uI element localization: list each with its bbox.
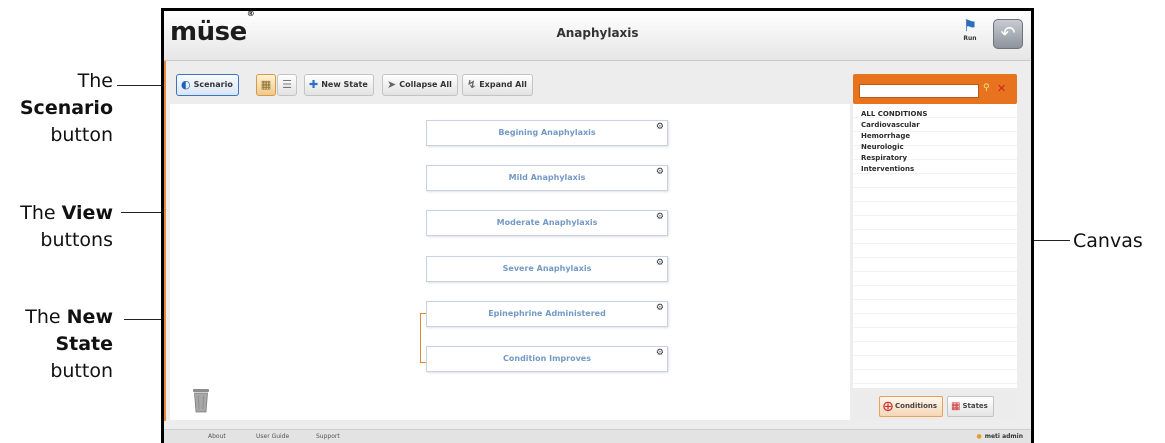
panel-search-bar: ⚲ ✕ [853,74,1017,104]
list-item[interactable]: Cardiovascular [853,120,1017,131]
plus-icon: ✚ [309,78,319,91]
annotation-text: The [25,306,61,328]
scenario-label: Scenario [193,80,233,89]
annotation-canvas: Canvas [1073,228,1143,255]
panel-tabs: ⨁ Conditions ▦ States [853,396,1017,420]
view-button-grid[interactable]: ▦ [256,74,276,96]
search-input[interactable] [859,84,979,98]
state-label: Epinephrine Administered [488,309,606,318]
annotation-new-state-button: The New State button [25,304,113,385]
list-item[interactable]: Interventions [853,164,1017,175]
annotation-text: Scenario [19,97,113,119]
state-settings-icon[interactable]: ⚙ [656,347,664,359]
page-title: Anaphylaxis [556,26,639,40]
top-bar: müse® Anaphylaxis ⚑ Run ↶ [164,9,1031,61]
footer: About User Guide Support ● meti admin [164,429,1031,443]
tab-conditions-label: Conditions [895,402,938,410]
view-button-list[interactable]: ☰ [277,74,297,96]
collapse-all-label: Collapse All [399,80,452,89]
expand-all-button[interactable]: ↯ Expand All [462,74,533,96]
logo-registered-mark: ® [246,9,255,19]
app-body: müse® Anaphylaxis ⚑ Run ↶ ◐ Scenario ▦ ☰ … [164,9,1031,443]
state-settings-icon[interactable]: ⚙ [656,166,664,178]
state-label: Condition Improves [503,354,591,363]
expand-all-label: Expand All [479,80,527,89]
trash-icon[interactable] [192,387,210,413]
list-item[interactable]: Respiratory [853,153,1017,164]
conditions-list: ALL CONDITIONS Cardiovascular Hemorrhage… [853,104,1017,388]
state-label: Moderate Anaphylaxis [496,218,598,227]
transition-connector-top [420,313,426,314]
transition-connector [420,313,421,363]
state-label: Mild Anaphylaxis [508,173,586,182]
clear-icon[interactable]: ✕ [997,82,1006,95]
new-state-button[interactable]: ✚ New State [304,74,374,96]
list-item[interactable]: Hemorrhage [853,131,1017,142]
conditions-panel: ⚲ ✕ ALL CONDITIONS Cardiovascular Hemorr… [853,74,1017,420]
state-node[interactable]: Epinephrine Administered ⚙ [426,301,668,327]
state-label: Severe Anaphylaxis [502,264,592,273]
tab-states[interactable]: ▦ States [947,396,994,417]
state-settings-icon[interactable]: ⚙ [656,211,664,223]
state-settings-icon[interactable]: ⚙ [656,302,664,314]
scenario-icon: ◐ [181,78,191,91]
annotation-text: button [50,360,113,382]
user-icon: ● [976,433,982,440]
annotation-text: Canvas [1073,230,1143,252]
run-label: Run [963,35,977,42]
user-name: meti admin [984,433,1023,440]
annotation-text: The [20,202,56,224]
footer-link-support[interactable]: Support [316,430,340,443]
back-button[interactable]: ↶ [993,19,1023,49]
left-accent-stripe [164,61,166,421]
tab-states-label: States [962,402,988,410]
annotation-scenario-button: The Scenario button [20,68,113,149]
new-state-label: New State [321,80,368,89]
user-menu[interactable]: ● meti admin [976,430,1023,443]
transition-connector-bottom [420,362,426,363]
state-node[interactable]: Begining Anaphylaxis ⚙ [426,120,668,146]
expand-icon: ↯ [467,78,477,91]
grid-view-icon: ▦ [260,78,272,91]
run-button[interactable]: ⚑ Run [959,17,981,51]
annotation-text: buttons [40,229,113,251]
state-settings-icon[interactable]: ⚙ [656,257,664,269]
collapse-icon: ➤ [387,78,397,91]
run-icon: ⚑ [962,16,978,35]
canvas[interactable]: Begining Anaphylaxis ⚙ Mild Anaphylaxis … [170,104,850,420]
state-node[interactable]: Moderate Anaphylaxis ⚙ [426,210,668,236]
collapse-all-button[interactable]: ➤ Collapse All [382,74,458,96]
annotation-text: State [55,333,113,355]
conditions-icon: ⨁ [883,401,893,412]
state-label: Begining Anaphylaxis [498,128,596,137]
list-item[interactable]: ALL CONDITIONS [853,109,1017,120]
app-window: müse® Anaphylaxis ⚑ Run ↶ ◐ Scenario ▦ ☰ … [161,8,1034,443]
annotation-view-buttons: The View buttons [20,200,113,254]
search-icon[interactable]: ⚲ [983,83,990,93]
list-view-icon: ☰ [282,78,292,91]
footer-link-user-guide[interactable]: User Guide [256,430,289,443]
state-node[interactable]: Severe Anaphylaxis ⚙ [426,256,668,282]
state-settings-icon[interactable]: ⚙ [656,121,664,133]
footer-link-about[interactable]: About [208,430,226,443]
state-node[interactable]: Condition Improves ⚙ [426,346,668,372]
annotation-text: New [66,306,113,328]
annotation-text: View [61,202,113,224]
annotation-text: button [50,124,113,146]
tab-conditions[interactable]: ⨁ Conditions [879,396,944,417]
states-icon: ▦ [951,401,961,412]
annotation-text: The [77,70,113,92]
scenario-button[interactable]: ◐ Scenario [176,74,239,96]
state-node[interactable]: Mild Anaphylaxis ⚙ [426,165,668,191]
back-arrow-icon: ↶ [1000,23,1016,44]
list-item[interactable]: Neurologic [853,142,1017,153]
